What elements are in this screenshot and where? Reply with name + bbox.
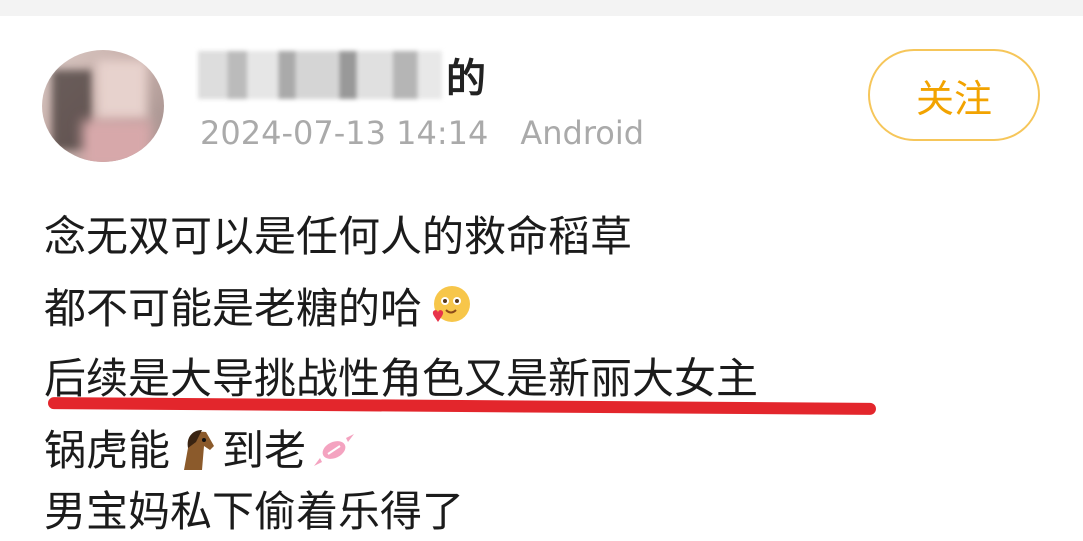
- post-text: 念无双可以是任何人的救命稻草: [44, 212, 633, 261]
- post-text-line: 念无双可以是任何人的救命稻草: [44, 203, 632, 264]
- author-name[interactable]: 的: [198, 46, 486, 104]
- post-text: 到老: [222, 426, 307, 475]
- post-text-line: 都不可能是老糖的哈: [44, 275, 474, 336]
- post-text-line: 男宝妈私下偷着乐得了: [44, 478, 464, 539]
- grinning-heart-face-icon: [432, 285, 471, 322]
- follow-button[interactable]: 关注: [868, 49, 1040, 141]
- post-timestamp: 2024-07-13 14:14: [200, 114, 489, 152]
- horse-icon: [184, 429, 215, 470]
- post-text: 锅虎能: [44, 426, 171, 475]
- candy-icon: [314, 433, 355, 466]
- post-device: Android: [520, 114, 645, 152]
- post-text-line: 锅虎能 到老: [44, 417, 358, 478]
- avatar[interactable]: [42, 50, 164, 162]
- blurred-username: [198, 51, 442, 99]
- author-name-suffix: 的: [446, 56, 486, 102]
- post-meta: 2024-07-13 14:14 Android: [200, 114, 644, 152]
- top-bar: [0, 0, 1083, 16]
- post-text: 都不可能是老糖的哈: [44, 284, 423, 333]
- post-text: 男宝妈私下偷着乐得了: [44, 487, 465, 536]
